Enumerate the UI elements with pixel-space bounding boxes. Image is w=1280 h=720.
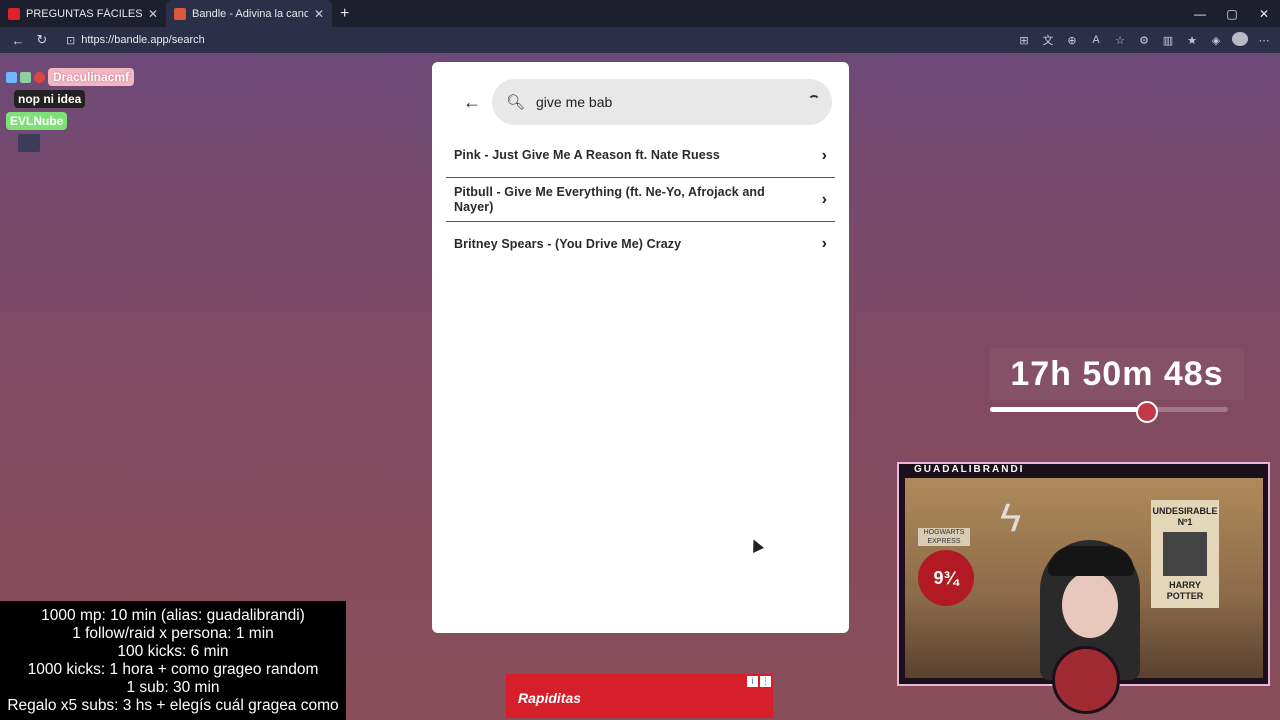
split-screen-icon[interactable]: ▥ [1160, 34, 1176, 47]
read-aloud-icon[interactable]: A [1088, 34, 1104, 46]
ad-banner[interactable]: Rapiditas i ⋮ [506, 674, 773, 718]
extensions-icon[interactable]: ⚙ [1136, 34, 1152, 47]
close-tab-icon[interactable]: ✕ [148, 7, 158, 21]
site-info-icon[interactable]: ⊡ [66, 34, 75, 47]
subathon-line: 1000 kicks: 1 hora + como grageo random [27, 661, 319, 678]
minimize-button[interactable]: — [1184, 7, 1216, 21]
chat-message: nop ni idea [6, 90, 134, 108]
result-item[interactable]: Britney Spears - (You Drive Me) Crazy › [446, 222, 835, 266]
chat-message: EVLNube [6, 112, 134, 130]
search-input[interactable] [536, 94, 786, 110]
url-text: https://bandle.app/search [81, 34, 205, 46]
tab-title: PREGUNTAS FÁCILES especial en C [26, 7, 142, 20]
search-modal: ← 🔍︎ Pink - Just Give Me A Reason ft. Na… [432, 62, 849, 633]
chat-overlay: Draculinacmf nop ni idea EVLNube [6, 68, 135, 156]
ad-controls: i ⋮ [747, 676, 771, 687]
search-box[interactable]: 🔍︎ [492, 79, 832, 125]
heart-icon [34, 71, 45, 83]
youtube-icon [8, 7, 20, 20]
streamer-face [1062, 572, 1118, 638]
wanted-name: HARRY POTTER [1166, 580, 1204, 601]
reload-icon[interactable]: ↻ [30, 32, 54, 48]
chat-username: Draculinacmf [48, 68, 135, 86]
new-tab-button[interactable]: + [332, 5, 357, 23]
zoom-icon[interactable]: ⊕ [1064, 34, 1080, 47]
wanted-poster: UNDESIRABLE Nº1 HARRY POTTER [1151, 500, 1219, 608]
result-item[interactable]: Pink - Just Give Me A Reason ft. Nate Ru… [446, 134, 835, 178]
tab-preguntas[interactable]: PREGUNTAS FÁCILES especial en C ✕ [0, 0, 166, 27]
streamer-bandana [1048, 546, 1134, 576]
ad-info-icon[interactable]: i [747, 676, 758, 687]
wanted-photo [1163, 532, 1207, 576]
timer-progress-fill [990, 407, 1138, 412]
more-menu-icon[interactable]: ⋯ [1256, 34, 1272, 47]
subathon-timer: 17h 50m 48s [990, 348, 1244, 400]
subathon-line: 100 kicks: 6 min [117, 643, 229, 660]
translate-icon[interactable]: 文 [1040, 32, 1056, 48]
platform-sign: 9¾ [918, 550, 974, 606]
close-tab-icon[interactable]: ✕ [314, 7, 324, 21]
apps-icon[interactable]: ⊞ [1016, 34, 1032, 47]
window-controls: — ▢ ✕ [1184, 0, 1280, 27]
badge-icon [6, 71, 17, 83]
subathon-line: 1 sub: 30 min [126, 679, 220, 696]
back-arrow-icon[interactable]: ← [460, 92, 484, 113]
address-bar: ← ↻ ⊡ https://bandle.app/search ⊞ 文 ⊕ A … [0, 27, 1280, 53]
chat-username: EVLNube [6, 112, 68, 130]
emote-icon [18, 134, 40, 152]
result-label: Britney Spears - (You Drive Me) Crazy [454, 236, 682, 251]
loading-spinner-icon [808, 95, 820, 107]
result-label: Pitbull - Give Me Everything (ft. Ne-Yo,… [454, 184, 765, 214]
close-window-button[interactable]: ✕ [1248, 7, 1280, 21]
streamer-avatar [1052, 646, 1120, 714]
search-results: Pink - Just Give Me A Reason ft. Nate Ru… [446, 134, 835, 266]
ad-brand: Rapiditas [518, 690, 582, 706]
shield-icon[interactable]: ◈ [1208, 34, 1224, 47]
profile-avatar[interactable] [1232, 31, 1248, 49]
timer-avatar [1136, 401, 1158, 423]
chat-text: nop ni idea [14, 90, 86, 108]
back-icon[interactable]: ← [6, 33, 30, 48]
wanted-number: Nº1 [1177, 517, 1193, 527]
channel-name: GUADALIBRANDI [910, 464, 1029, 475]
subathon-line: Regalo x5 subs: 3 hs + elegís cuál grage… [7, 697, 339, 714]
chat-message [6, 134, 134, 152]
subathon-info: 1000 mp: 10 min (alias: guadalibrandi) 1… [0, 601, 346, 720]
url-field[interactable]: ⊡ https://bandle.app/search [60, 30, 1060, 50]
badge-icon [20, 71, 31, 83]
hogwarts-poster: HOGWARTS EXPRESS [918, 528, 970, 546]
chevron-right-icon: › [821, 146, 827, 164]
chevron-right-icon: › [821, 235, 827, 252]
tab-bar: PREGUNTAS FÁCILES especial en C ✕ Bandle… [0, 0, 1280, 27]
subathon-line: 1 follow/raid x persona: 1 min [72, 625, 274, 642]
bandle-favicon-icon [174, 7, 186, 20]
wanted-title: UNDESIRABLE [1152, 506, 1218, 516]
chevron-right-icon: › [821, 190, 827, 208]
result-item[interactable]: Pitbull - Give Me Everything (ft. Ne-Yo,… [446, 178, 835, 222]
timer-progress-bar [990, 407, 1228, 412]
chat-message: Draculinacmf [6, 68, 135, 86]
maximize-button[interactable]: ▢ [1216, 7, 1248, 21]
favorites-icon[interactable]: ★ [1184, 34, 1200, 47]
lightning-bolt-icon: ϟ [1000, 496, 1022, 540]
ad-close-icon[interactable]: ⋮ [760, 676, 771, 687]
favorite-star-icon[interactable]: ☆ [1112, 34, 1128, 47]
result-label: Pink - Just Give Me A Reason ft. Nate Ru… [454, 148, 720, 162]
search-icon: 🔍︎ [506, 94, 526, 111]
tab-title: Bandle - Adivina la canción, un ins [192, 7, 308, 20]
toolbar-icons: ⊞ 文 ⊕ A ☆ ⚙ ▥ ★ ◈ ⋯ [1016, 27, 1272, 53]
tab-bandle[interactable]: Bandle - Adivina la canción, un ins ✕ [166, 0, 332, 27]
subathon-line: 1000 mp: 10 min (alias: guadalibrandi) [41, 607, 305, 624]
